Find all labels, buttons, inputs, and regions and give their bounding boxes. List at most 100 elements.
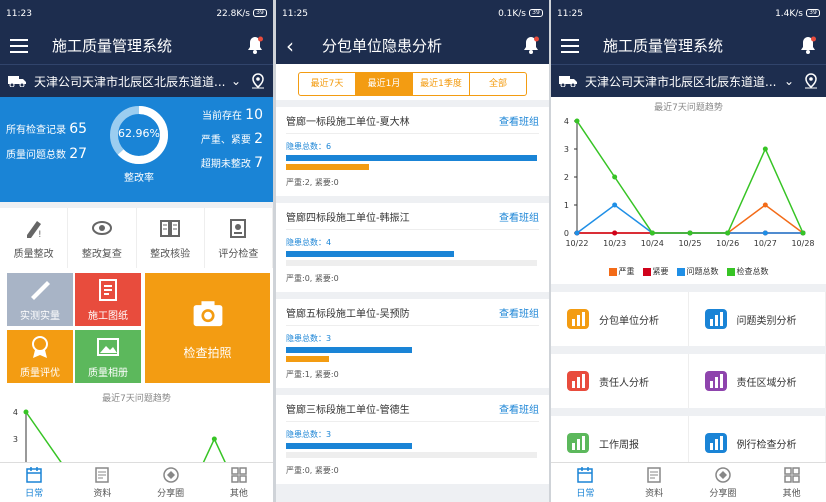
battery-icon: 39 [253,9,267,17]
phone-home: 11:23 22.8K/s 39 施工质量管理系统 天津公司天津市北辰区北辰东道道… [0,0,273,502]
chevron-down-icon[interactable]: ⌄ [784,74,794,88]
tile-drawing[interactable]: 施工图纸 [75,273,141,326]
menu-item-label: 责任人分析 [599,377,649,389]
book-icon [160,219,181,237]
chevron-down-icon[interactable]: ⌄ [231,74,241,88]
nav-daily[interactable]: 日常 [0,463,68,502]
hazard-count-label: 隐患总数： [286,142,326,151]
document-icon [647,467,661,483]
location-bar[interactable]: 天津公司天津市北辰区北辰东道道... ⌄ [0,64,273,97]
urgent-value: 2 [254,131,263,147]
data-point [612,230,618,236]
nav-other[interactable]: 其他 [205,463,273,502]
location-bar[interactable]: 天津公司天津市北辰区北辰东道道... ⌄ [551,64,826,97]
hazard-total-bar [286,347,412,353]
view-team-link[interactable]: 查看班组 [499,113,539,128]
menu-row: 分包单位分析 问题类别分析 [551,292,826,346]
trend-chart-mini: 43 [13,408,245,502]
app-bar: ‹ 分包单位隐患分析 [276,27,549,64]
truck-icon [8,76,26,87]
hazard-count-value: 4 [326,238,332,247]
nav-docs[interactable]: 资料 [68,463,136,502]
status-bar: 11:23 22.8K/s 39 [0,0,273,27]
y-tick-label: 0 [564,229,569,238]
menu-item-label: 例行检查分析 [736,439,797,451]
action-recheck[interactable]: 整改复查 [68,208,137,268]
data-point [762,146,768,152]
back-icon[interactable]: ‹ [286,36,294,56]
action-score[interactable]: 评分检查 [205,208,273,268]
x-tick-label: 10/25 [678,239,701,248]
nav-daily[interactable]: 日常 [551,463,620,502]
menu-icon[interactable] [561,38,579,53]
menu-icon[interactable] [10,38,28,53]
view-team-link[interactable]: 查看班组 [499,401,539,416]
nav-share[interactable]: 分享圈 [689,463,758,502]
tile-photo[interactable]: 检查拍照 [145,273,270,383]
tab-2[interactable]: 最近1季度 [413,73,470,95]
hazard-count: 隐患总数：4 [286,237,539,248]
data-point [574,118,580,124]
truck-icon [559,76,577,87]
tab-1[interactable]: 最近1月 [356,73,413,95]
nav-other[interactable]: 其他 [757,463,826,502]
hazard-count-value: 3 [326,430,332,439]
severity-detail: 严重:1, 紧要:0 [286,370,339,379]
tile-eval[interactable]: 质量评优 [7,330,73,383]
bell-icon[interactable] [800,36,816,54]
bottom-nav: 日常 资料 分享圈 其他 [551,462,826,502]
menu-item-3[interactable]: 责任区域分析 [689,354,826,408]
bell-icon[interactable] [247,36,263,54]
tile-drawing-label: 施工图纸 [88,311,128,322]
building-chart-icon [567,309,589,329]
nav-share-label: 分享圈 [157,489,185,499]
app-bar: 施工质量管理系统 [0,27,273,64]
nav-share-label: 分享圈 [709,489,737,499]
bell-icon[interactable] [523,36,539,54]
nav-docs[interactable]: 资料 [620,463,689,502]
unit-card: 管廊四标段施工单位-韩振江 查看班组 隐患总数：4 严重:0, 紧要:0 [276,203,549,292]
unit-card: 管廊一标段施工单位-夏大林 查看班组 隐患总数：6 严重:2, 紧要:0 [276,107,549,196]
nav-docs-label: 资料 [645,489,664,499]
phone-analysis: 11:25 0.1K/s 39 ‹ 分包单位隐患分析 最近7天 最近1月 最近1季度全… [276,0,549,502]
menu-item-0[interactable]: 分包单位分析 [551,292,689,346]
data-point [725,230,731,236]
weekly-report-icon [567,433,589,453]
series-line [577,204,804,234]
status-time: 11:25 [282,8,308,19]
tab-3[interactable]: 全部 [470,73,526,95]
page-title: 施工质量管理系统 [603,37,724,55]
nav-share[interactable]: 分享圈 [137,463,205,502]
severity-detail: 严重:0, 紧要:0 [286,466,339,475]
hazard-count-label: 隐患总数： [286,334,326,343]
severity-detail: 严重:0, 紧要:0 [286,274,339,283]
nav-other-label: 其他 [782,489,801,499]
hazard-count-label: 隐患总数： [286,430,326,439]
rectification-label: 整改率 [124,173,154,184]
hazard-count-label: 隐患总数： [286,238,326,247]
chart-legend: 严重 紧要 问题总数 检查总数 [551,266,826,277]
pie-chart-icon [704,309,727,329]
status-speed: 0.1K/s [498,8,526,19]
status-speed: 1.4K/s [775,8,803,19]
unit-card: 管廊三标段施工单位-管德生 查看班组 隐患总数：3 严重:0, 紧要:0 [276,395,549,484]
tile-album[interactable]: 质量相册 [75,330,141,383]
tile-survey[interactable]: 实测实量 [7,273,73,326]
location-pin-icon[interactable] [251,73,265,89]
view-team-link[interactable]: 查看班组 [499,209,539,224]
series-line [576,204,803,234]
page-title: 施工质量管理系统 [52,37,173,55]
rectification-percent: 62.96% [118,127,160,140]
action-verify[interactable]: 整改核验 [137,208,205,268]
action-rectify[interactable]: ! 质量整改 [0,208,69,268]
legend-item: 检查总数 [726,266,769,277]
drawing-icon [99,279,117,301]
status-bar: 11:25 1.4K/s 39 [551,0,826,27]
menu-item-1[interactable]: 问题类别分析 [689,292,826,346]
location-pin-icon[interactable] [804,73,818,89]
view-team-link[interactable]: 查看班组 [499,305,539,320]
tab-0[interactable]: 最近7天 [299,73,356,95]
overdue-value: 7 [254,155,263,171]
menu-item-2[interactable]: 责任人分析 [551,354,689,408]
calendar-icon [26,467,42,483]
